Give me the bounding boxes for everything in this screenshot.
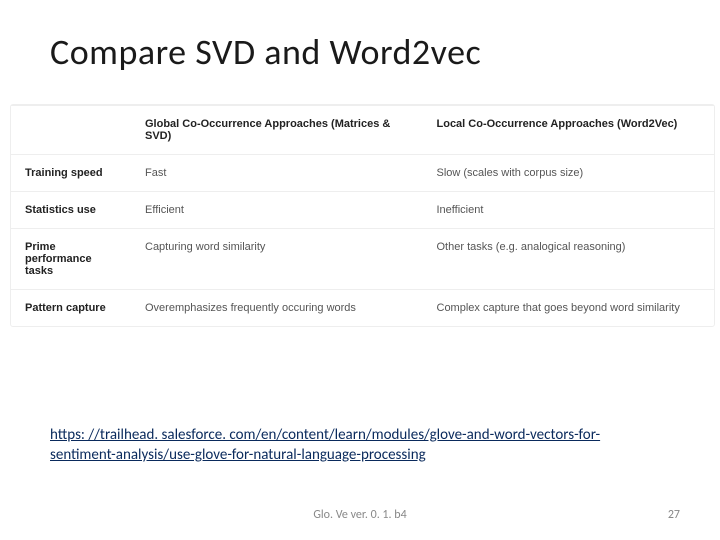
slide: Compare SVD and Word2vec Global Co-Occur… xyxy=(0,0,720,540)
table: Global Co-Occurrence Approaches (Matrice… xyxy=(11,105,714,326)
row-label: Training speed xyxy=(11,155,131,192)
row-label: Pattern capture xyxy=(11,290,131,327)
cell-local: Slow (scales with corpus size) xyxy=(423,155,715,192)
row-label: Statistics use xyxy=(11,192,131,229)
cell-global: Fast xyxy=(131,155,423,192)
table-row: Training speed Fast Slow (scales with co… xyxy=(11,155,714,192)
cell-global: Overemphasizes frequently occuring words xyxy=(131,290,423,327)
table-header-local: Local Co-Occurrence Approaches (Word2Vec… xyxy=(423,106,715,155)
table-row: Pattern capture Overemphasizes frequentl… xyxy=(11,290,714,327)
cell-global: Capturing word similarity xyxy=(131,229,423,290)
table-row: Prime performance tasks Capturing word s… xyxy=(11,229,714,290)
footer-version: Glo. Ve ver. 0. 1. b4 xyxy=(0,508,720,522)
source-link[interactable]: https: //trailhead. salesforce. com/en/c… xyxy=(50,425,660,466)
table-header-global: Global Co-Occurrence Approaches (Matrice… xyxy=(131,106,423,155)
table-header-blank xyxy=(11,106,131,155)
page-title: Compare SVD and Word2vec xyxy=(50,30,680,74)
row-label: Prime performance tasks xyxy=(11,229,131,290)
comparison-table: Global Co-Occurrence Approaches (Matrice… xyxy=(10,104,715,327)
page-number: 27 xyxy=(668,508,680,522)
cell-local: Inefficient xyxy=(423,192,715,229)
table-header-row: Global Co-Occurrence Approaches (Matrice… xyxy=(11,106,714,155)
table-row: Statistics use Efficient Inefficient xyxy=(11,192,714,229)
cell-global: Efficient xyxy=(131,192,423,229)
cell-local: Other tasks (e.g. analogical reasoning) xyxy=(423,229,715,290)
cell-local: Complex capture that goes beyond word si… xyxy=(423,290,715,327)
